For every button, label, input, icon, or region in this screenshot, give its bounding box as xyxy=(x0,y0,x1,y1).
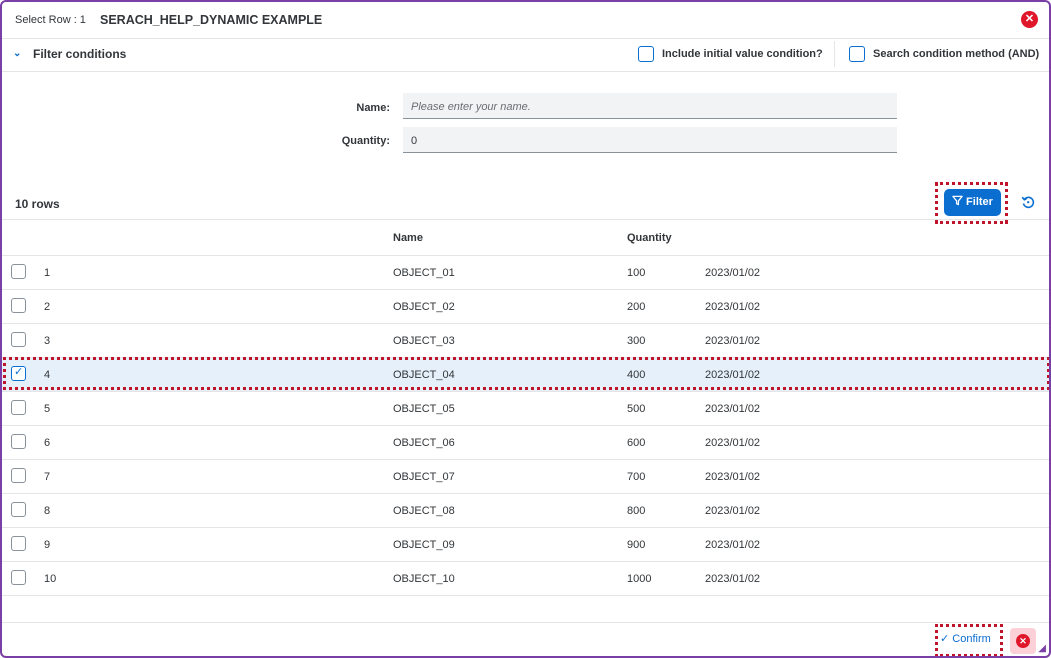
cancel-button[interactable]: ✕ xyxy=(1010,628,1036,654)
cell-date: 2023/01/02 xyxy=(705,539,761,551)
cell-date: 2023/01/02 xyxy=(705,403,761,415)
table-row[interactable]: 1 OBJECT_01 100 2023/01/02 xyxy=(2,256,1049,290)
table-row[interactable]: 10 OBJECT_10 1000 2023/01/02 xyxy=(2,562,1049,596)
column-header-name[interactable]: Name xyxy=(393,232,423,244)
table-row[interactable]: 3 OBJECT_03 300 2023/01/02 xyxy=(2,324,1049,358)
quantity-input[interactable]: 0 xyxy=(403,127,897,153)
row-number: 1 xyxy=(44,267,51,279)
reset-icon[interactable] xyxy=(1021,195,1035,209)
filter-conditions-bar: ⌄ Filter conditions Include initial valu… xyxy=(2,38,1049,72)
table-header: Name Quantity xyxy=(2,219,1049,256)
row-checkbox[interactable] xyxy=(11,570,26,585)
search-method-option[interactable]: Search condition method (AND) xyxy=(849,46,1039,62)
table-row[interactable]: 6 OBJECT_06 600 2023/01/02 xyxy=(2,426,1049,460)
row-count: 10 rows xyxy=(15,197,60,211)
row-checkbox[interactable] xyxy=(11,400,26,415)
cell-quantity: 500 xyxy=(627,403,646,415)
cell-date: 2023/01/02 xyxy=(705,301,761,313)
confirm-button[interactable]: ✓ Confirm xyxy=(940,632,991,645)
cell-name: OBJECT_02 xyxy=(393,301,455,313)
table-row[interactable]: 5 OBJECT_05 500 2023/01/02 xyxy=(2,392,1049,426)
table-row[interactable]: 7 OBJECT_07 700 2023/01/02 xyxy=(2,460,1049,494)
quantity-label: Quantity: xyxy=(341,135,390,147)
row-number: 5 xyxy=(44,403,51,415)
row-checkbox[interactable] xyxy=(11,332,26,347)
search-method-checkbox[interactable] xyxy=(849,46,865,62)
cell-quantity: 300 xyxy=(627,335,646,347)
divider xyxy=(834,41,835,67)
column-header-quantity[interactable]: Quantity xyxy=(627,232,672,244)
row-checkbox[interactable] xyxy=(11,298,26,313)
cell-quantity: 100 xyxy=(627,267,646,279)
filter-icon xyxy=(952,195,963,206)
filter-conditions-title[interactable]: Filter conditions xyxy=(33,47,126,61)
row-checkbox[interactable] xyxy=(11,536,26,551)
cell-quantity: 200 xyxy=(627,301,646,313)
selected-row-highlight xyxy=(3,357,1049,390)
close-icon[interactable]: ✕ xyxy=(1021,11,1038,28)
cell-date: 2023/01/02 xyxy=(705,267,761,279)
close-icon: ✕ xyxy=(1016,634,1030,648)
cell-date: 2023/01/02 xyxy=(705,335,761,347)
filter-button-label: Filter xyxy=(966,196,993,208)
cell-name: OBJECT_06 xyxy=(393,437,455,449)
include-initial-value-option[interactable]: Include initial value condition? xyxy=(638,46,823,62)
table-row[interactable]: 9 OBJECT_09 900 2023/01/02 xyxy=(2,528,1049,562)
dialog-title: SERACH_HELP_DYNAMIC EXAMPLE xyxy=(100,13,323,27)
row-number: 3 xyxy=(44,335,51,347)
cell-name: OBJECT_09 xyxy=(393,539,455,551)
dialog: Select Row : 1 SERACH_HELP_DYNAMIC EXAMP… xyxy=(0,0,1051,658)
cell-quantity: 1000 xyxy=(627,573,652,585)
row-number: 2 xyxy=(44,301,51,313)
cell-quantity: 900 xyxy=(627,539,646,551)
include-initial-value-label: Include initial value condition? xyxy=(662,48,823,60)
footer-divider xyxy=(2,622,1049,623)
row-checkbox[interactable] xyxy=(11,502,26,517)
chevron-down-icon[interactable]: ⌄ xyxy=(13,48,21,59)
cell-date: 2023/01/02 xyxy=(705,505,761,517)
search-method-label: Search condition method (AND) xyxy=(873,48,1040,60)
resize-handle-icon[interactable]: ◢ xyxy=(1038,643,1046,654)
dialog-header: Select Row : 1 SERACH_HELP_DYNAMIC EXAMP… xyxy=(2,2,1049,39)
name-input[interactable]: Please enter your name. xyxy=(403,93,897,119)
include-initial-value-checkbox[interactable] xyxy=(638,46,654,62)
row-checkbox[interactable] xyxy=(11,264,26,279)
cell-name: OBJECT_01 xyxy=(393,267,455,279)
cell-date: 2023/01/02 xyxy=(705,471,761,483)
table-row[interactable]: 2 OBJECT_02 200 2023/01/02 xyxy=(2,290,1049,324)
row-number: 6 xyxy=(44,437,51,449)
cell-date: 2023/01/02 xyxy=(705,437,761,449)
cell-name: OBJECT_03 xyxy=(393,335,455,347)
cell-quantity: 600 xyxy=(627,437,646,449)
name-label: Name: xyxy=(356,102,390,114)
cell-name: OBJECT_08 xyxy=(393,505,455,517)
row-number: 8 xyxy=(44,505,51,517)
filter-button[interactable]: Filter xyxy=(944,189,1001,216)
cell-quantity: 800 xyxy=(627,505,646,517)
cell-date: 2023/01/02 xyxy=(705,573,761,585)
cell-quantity: 700 xyxy=(627,471,646,483)
row-number: 10 xyxy=(44,573,57,585)
row-number: 9 xyxy=(44,539,51,551)
cell-name: OBJECT_05 xyxy=(393,403,455,415)
cell-name: OBJECT_10 xyxy=(393,573,455,585)
row-checkbox[interactable] xyxy=(11,468,26,483)
row-number: 7 xyxy=(44,471,51,483)
table-row[interactable]: 8 OBJECT_08 800 2023/01/02 xyxy=(2,494,1049,528)
row-checkbox[interactable] xyxy=(11,434,26,449)
cell-name: OBJECT_07 xyxy=(393,471,455,483)
select-row-indicator: Select Row : 1 xyxy=(15,14,86,26)
